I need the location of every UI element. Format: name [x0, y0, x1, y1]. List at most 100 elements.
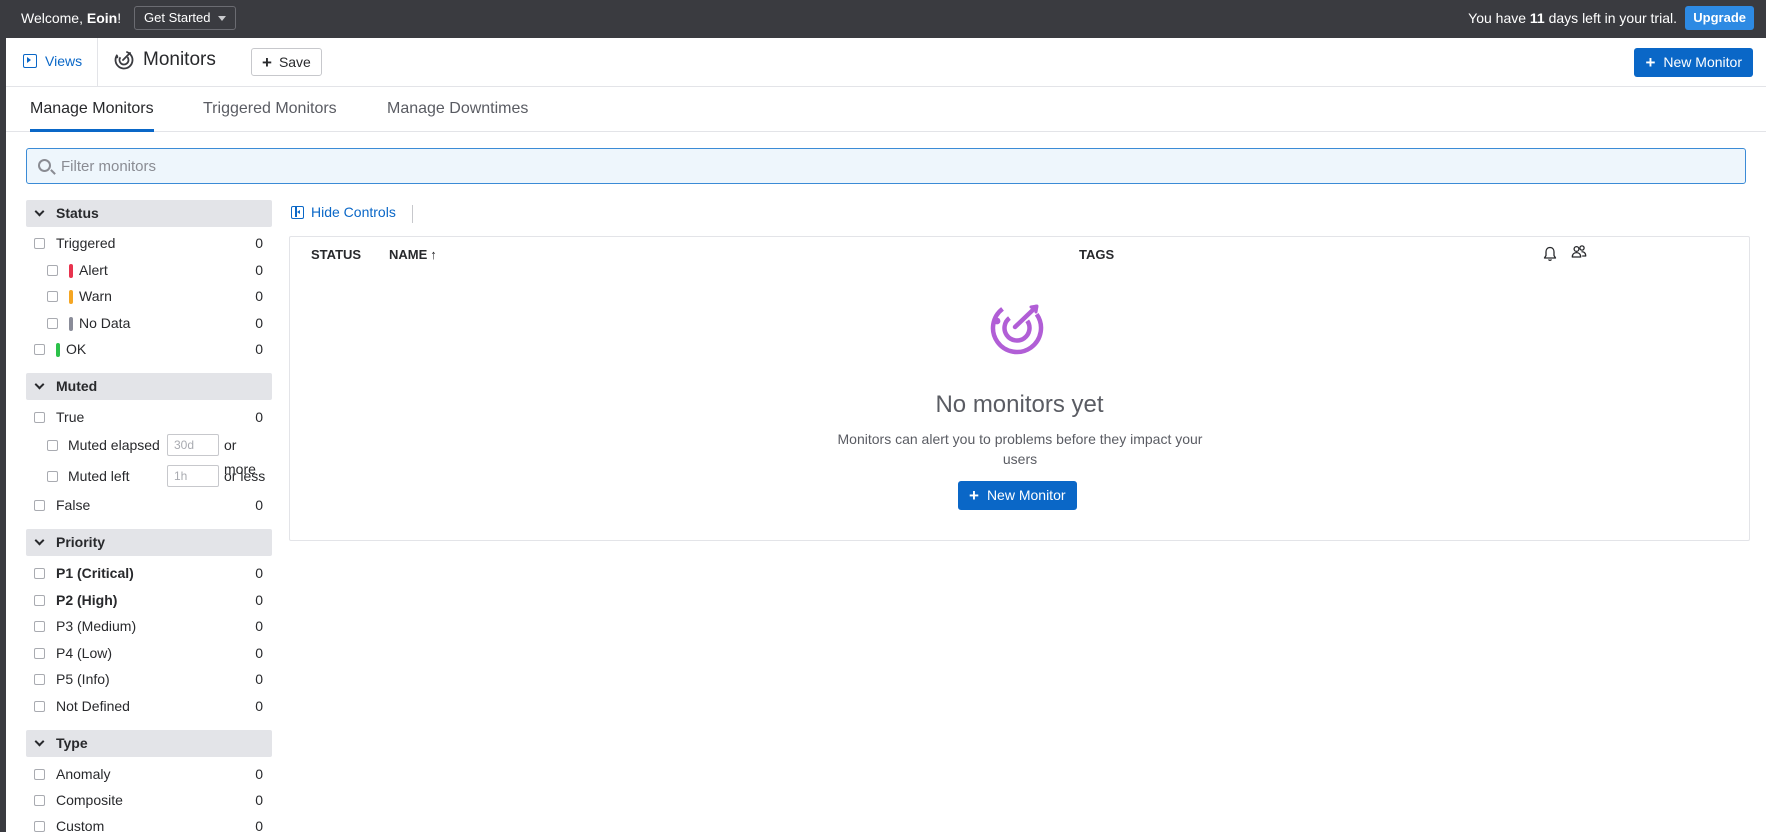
hide-controls-button[interactable]: Hide Controls	[291, 204, 396, 220]
muted-left-suffix: or less	[224, 468, 266, 484]
filter-count: 0	[255, 235, 263, 251]
filter-count: 0	[255, 497, 263, 513]
checkbox[interactable]	[34, 412, 45, 423]
checkbox[interactable]	[34, 344, 45, 355]
trial-suffix: days left in your trial.	[1544, 10, 1677, 26]
type-filter-composite[interactable]: Composite 0	[26, 788, 266, 812]
checkbox[interactable]	[34, 821, 45, 832]
tab-manage-downtimes[interactable]: Manage Downtimes	[387, 100, 528, 132]
muted-elapsed-filter[interactable]: Muted elapsed 30d or more	[26, 433, 266, 477]
filter-label: No Data	[79, 315, 131, 331]
status-filter-no-data[interactable]: No Data 0	[26, 311, 266, 335]
filter-label: P3 (Medium)	[56, 618, 137, 634]
team-icon[interactable]	[1571, 244, 1587, 260]
muted-left-filter[interactable]: Muted left 1h or less	[26, 464, 266, 488]
upgrade-button[interactable]: Upgrade	[1685, 6, 1754, 30]
checkbox[interactable]	[34, 568, 45, 579]
status-section-header[interactable]: Status	[26, 200, 272, 227]
muted-elapsed-input[interactable]: 30d	[167, 434, 219, 456]
header-divider	[97, 38, 98, 86]
filter-label: OK	[66, 341, 87, 357]
trial-message: You have 11 days left in your trial.	[1468, 10, 1677, 26]
type-section-header[interactable]: Type	[26, 730, 272, 757]
checkbox[interactable]	[34, 500, 45, 511]
type-section-title: Type	[56, 735, 88, 751]
filter-count: 0	[255, 818, 263, 832]
user-name: Eoin	[86, 10, 118, 26]
priority-filter-p2[interactable]: P2 (High) 0	[26, 588, 266, 612]
tab-manage-monitors[interactable]: Manage Monitors	[30, 100, 154, 132]
save-button[interactable]: + Save	[251, 48, 322, 76]
checkbox[interactable]	[34, 701, 45, 712]
filter-monitors-input[interactable]	[61, 149, 1731, 183]
monitor-icon	[114, 50, 134, 70]
get-started-dropdown[interactable]: Get Started	[134, 6, 237, 30]
new-monitor-label: New Monitor	[1663, 54, 1742, 70]
checkbox[interactable]	[34, 595, 45, 606]
status-filter-ok[interactable]: OK 0	[26, 337, 266, 361]
priority-filter-p1[interactable]: P1 (Critical) 0	[26, 561, 266, 585]
ok-color-indicator	[56, 343, 60, 357]
priority-filter-p3[interactable]: P3 (Medium) 0	[26, 614, 266, 638]
trial-prefix: You have	[1468, 10, 1530, 26]
no-data-color-indicator	[69, 317, 73, 331]
priority-filter-p5[interactable]: P5 (Info) 0	[26, 667, 266, 691]
filter-count: 0	[255, 698, 263, 714]
filter-label: P1 (Critical)	[56, 565, 134, 581]
checkbox[interactable]	[47, 440, 58, 451]
new-monitor-empty-button[interactable]: + New Monitor	[958, 481, 1077, 510]
chevron-down-icon	[34, 535, 45, 546]
chevron-down-icon	[34, 379, 45, 390]
search-icon	[38, 159, 51, 172]
muted-filter-true[interactable]: True 0	[26, 405, 266, 429]
monitors-table: STATUS NAME ↑ TAGS No monitors yet Monito…	[289, 236, 1750, 541]
controls-divider	[412, 205, 413, 223]
priority-filter-p4[interactable]: P4 (Low) 0	[26, 641, 266, 665]
tab-triggered-monitors[interactable]: Triggered Monitors	[203, 100, 337, 132]
filter-label: False	[56, 497, 91, 513]
checkbox[interactable]	[34, 769, 45, 780]
filter-count: 0	[255, 592, 263, 608]
muted-left-input[interactable]: 1h	[167, 465, 219, 487]
muted-filter-false[interactable]: False 0	[26, 493, 266, 517]
column-header-tags[interactable]: TAGS	[1079, 247, 1114, 262]
empty-state-description: Monitors can alert you to problems befor…	[837, 431, 1203, 467]
filter-count: 0	[255, 315, 263, 331]
checkbox[interactable]	[34, 674, 45, 685]
checkbox[interactable]	[47, 291, 58, 302]
checkbox[interactable]	[47, 471, 58, 482]
type-filter-custom[interactable]: Custom 0	[26, 814, 266, 832]
checkbox[interactable]	[34, 238, 45, 249]
checkbox[interactable]	[34, 621, 45, 632]
status-filter-alert[interactable]: Alert 0	[26, 258, 266, 282]
monitor-icon	[990, 301, 1044, 355]
checkbox[interactable]	[34, 795, 45, 806]
column-header-name[interactable]: NAME ↑	[389, 247, 437, 262]
type-filter-anomaly[interactable]: Anomaly 0	[26, 762, 266, 786]
bell-icon[interactable]	[1543, 246, 1557, 262]
column-name-label: NAME	[389, 247, 428, 262]
muted-section-header[interactable]: Muted	[26, 373, 272, 400]
checkbox[interactable]	[47, 265, 58, 276]
save-label: Save	[278, 54, 311, 70]
filter-label: True	[56, 409, 85, 425]
chevron-down-icon	[34, 736, 45, 747]
trial-days: 11	[1529, 10, 1545, 26]
status-filter-triggered[interactable]: Triggered 0	[26, 231, 266, 255]
filter-count: 0	[255, 288, 263, 304]
new-monitor-button[interactable]: + New Monitor	[1634, 48, 1753, 77]
filter-count: 0	[255, 766, 263, 782]
filter-label: Muted elapsed	[68, 437, 160, 453]
priority-section-title: Priority	[56, 534, 106, 550]
filter-count: 0	[255, 618, 263, 634]
column-header-status[interactable]: STATUS	[311, 247, 361, 262]
left-edge-bar	[0, 38, 6, 832]
priority-section-header[interactable]: Priority	[26, 529, 272, 556]
views-button[interactable]: Views	[23, 53, 82, 69]
checkbox[interactable]	[34, 648, 45, 659]
caret-down-icon	[218, 16, 227, 22]
filter-label: Not Defined	[56, 698, 130, 714]
priority-filter-not-defined[interactable]: Not Defined 0	[26, 694, 266, 718]
status-filter-warn[interactable]: Warn 0	[26, 284, 266, 308]
checkbox[interactable]	[47, 318, 58, 329]
